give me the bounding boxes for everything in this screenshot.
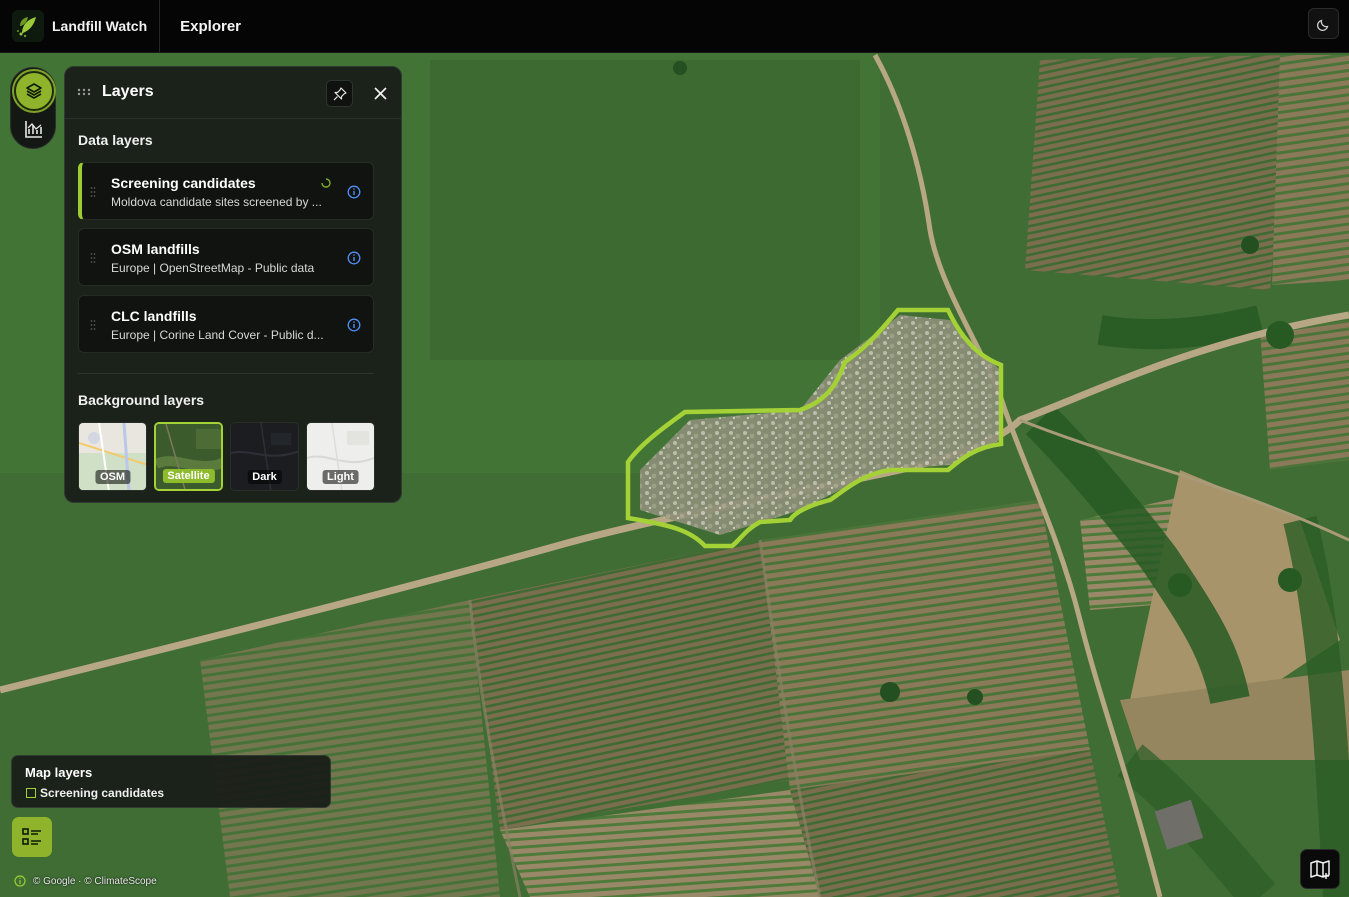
legend-swatch — [26, 788, 36, 798]
analytics-button[interactable] — [23, 118, 45, 140]
layers-panel-header: Layers — [65, 67, 401, 119]
layers-toggle-button[interactable] — [14, 71, 54, 111]
basemap-label: Satellite — [162, 469, 215, 483]
side-rail — [10, 67, 56, 149]
data-layers-title: Data layers — [78, 132, 153, 148]
layers-icon — [26, 83, 42, 99]
map-layers-legend: Map layers Screening candidates — [11, 755, 331, 808]
basemap-tile-satellite[interactable]: Satellite — [154, 422, 223, 491]
pin-icon — [333, 86, 347, 100]
basemap-label: Light — [322, 470, 359, 484]
basemap-tile-light[interactable]: Light — [306, 422, 375, 491]
data-layer-screening-candidates[interactable]: Screening candidates Moldova candidate s… — [78, 162, 374, 220]
drag-grip-icon[interactable] — [90, 186, 96, 198]
map-attribution: © Google · © ClimateScope — [14, 875, 157, 887]
basemap-tile-dark[interactable]: Dark — [230, 422, 299, 491]
layer-title: Screening candidates — [111, 175, 256, 191]
layer-title: OSM landfills — [111, 241, 200, 257]
theme-toggle-button[interactable] — [1308, 8, 1339, 39]
landfill-watch-logo-icon — [12, 10, 44, 42]
brand[interactable]: Landfill Watch — [0, 0, 161, 52]
drag-handle-icon[interactable] — [77, 88, 91, 96]
info-icon[interactable] — [14, 875, 26, 887]
legend-item: Screening candidates — [40, 786, 165, 800]
background-layers-title: Background layers — [78, 392, 205, 408]
panel-title: Layers — [102, 83, 154, 100]
pin-panel-button[interactable] — [326, 80, 353, 107]
close-icon — [374, 87, 387, 100]
chart-icon — [25, 121, 42, 138]
basemap-tile-osm[interactable]: OSM — [78, 422, 147, 491]
basemap-label: OSM — [94, 470, 131, 484]
panel-divider — [78, 373, 374, 374]
list-icon — [22, 828, 41, 845]
loading-spinner-icon — [321, 178, 331, 188]
map-icon — [1310, 860, 1330, 879]
info-icon[interactable] — [347, 318, 361, 332]
drag-grip-icon[interactable] — [90, 252, 96, 264]
basemap-label: Dark — [247, 470, 282, 484]
layer-subtitle: Moldova candidate sites screened by ... — [111, 195, 322, 209]
layers-panel: Layers Data layers Screening candidates … — [64, 66, 402, 503]
data-layer-clc-landfills[interactable]: CLC landfills Europe | Corine Land Cover… — [78, 295, 374, 353]
data-layer-osm-landfills[interactable]: OSM landfills Europe | OpenStreetMap - P… — [78, 228, 374, 286]
attribution-text: © Google · © ClimateScope — [33, 875, 157, 887]
legend-toggle-button[interactable] — [12, 817, 52, 857]
top-bar: Landfill Watch Explorer — [0, 0, 1349, 53]
app-name: Landfill Watch — [52, 18, 148, 34]
nav-explorer[interactable]: Explorer — [180, 18, 241, 35]
layer-subtitle: Europe | OpenStreetMap - Public data — [111, 261, 315, 275]
info-icon[interactable] — [347, 251, 361, 265]
info-icon[interactable] — [347, 185, 361, 199]
basemap-switch-button[interactable] — [1300, 849, 1340, 889]
drag-grip-icon[interactable] — [90, 319, 96, 331]
layer-title: CLC landfills — [111, 308, 197, 324]
moon-icon — [1316, 19, 1328, 31]
legend-title: Map layers — [25, 765, 93, 780]
close-panel-button[interactable] — [367, 80, 394, 107]
layer-subtitle: Europe | Corine Land Cover - Public d... — [111, 328, 324, 342]
